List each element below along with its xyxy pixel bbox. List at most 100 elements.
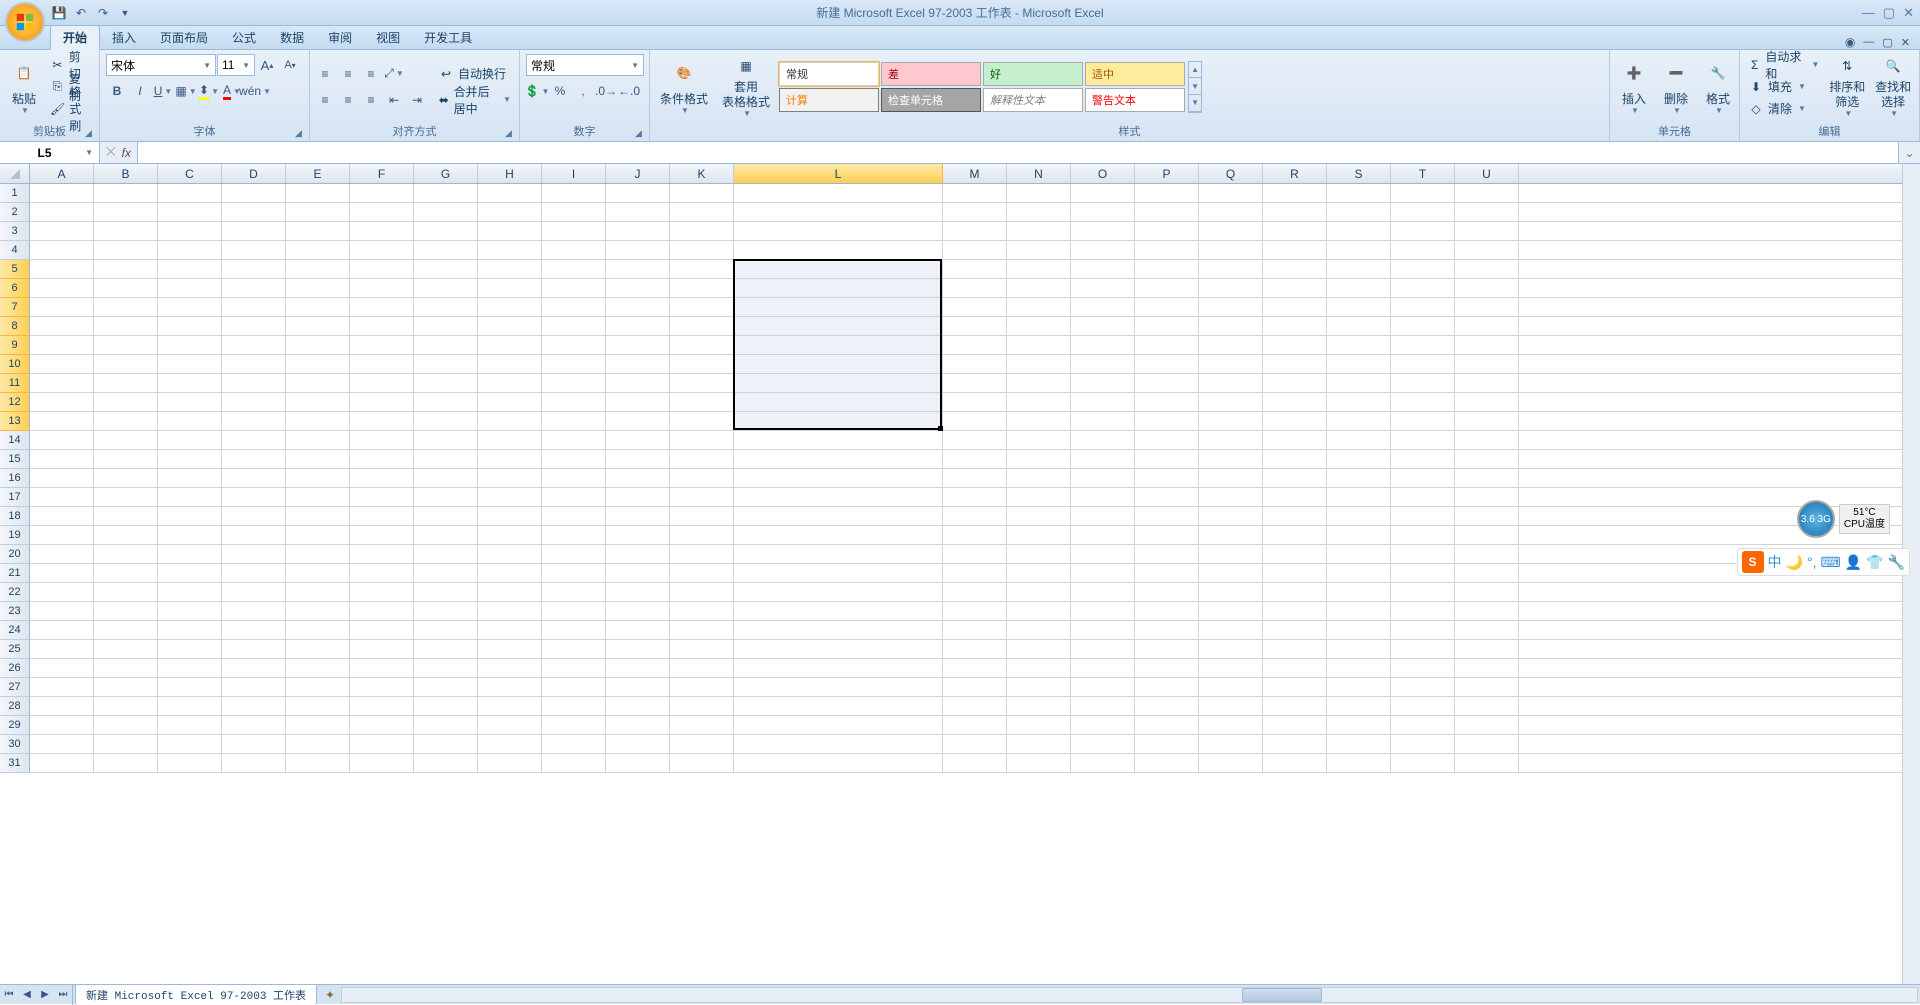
row-header-23[interactable]: 23 (0, 602, 30, 621)
row-header-8[interactable]: 8 (0, 317, 30, 336)
delete-cells-button[interactable]: ➖删除▼ (1656, 53, 1696, 121)
ime-punct-icon[interactable]: °, (1807, 554, 1817, 570)
office-button[interactable] (5, 2, 45, 42)
percent-format-icon[interactable]: % (549, 80, 571, 102)
ime-lang-icon[interactable]: 中 (1768, 552, 1782, 572)
align-middle-icon[interactable]: ≡ (337, 63, 359, 85)
row-header-5[interactable]: 5 (0, 260, 30, 279)
col-header-B[interactable]: B (94, 164, 158, 183)
alignment-launcher-icon[interactable]: ◢ (505, 128, 517, 140)
increase-font-icon[interactable]: A▴ (256, 54, 278, 76)
ime-keyboard-icon[interactable]: ⌨ (1820, 554, 1840, 571)
col-header-T[interactable]: T (1391, 164, 1455, 183)
row-header-4[interactable]: 4 (0, 241, 30, 260)
style-计算[interactable]: 计算 (779, 88, 879, 112)
row-header-31[interactable]: 31 (0, 754, 30, 773)
align-top-icon[interactable]: ≡ (314, 63, 336, 85)
font-size-combo[interactable]: 11▼ (217, 54, 255, 76)
border-button[interactable]: ▦▼ (175, 80, 197, 102)
decrease-decimal-icon[interactable]: ←.0 (618, 80, 640, 102)
ime-skin-icon[interactable]: 👕 (1866, 554, 1883, 571)
horizontal-scrollbar[interactable] (341, 987, 1918, 1003)
row-header-28[interactable]: 28 (0, 697, 30, 716)
col-header-P[interactable]: P (1135, 164, 1199, 183)
row-header-27[interactable]: 27 (0, 678, 30, 697)
sheet-nav-prev-icon[interactable]: ◀ (18, 985, 36, 1005)
row-header-7[interactable]: 7 (0, 298, 30, 317)
sheet-nav-first-icon[interactable]: ⏮ (0, 985, 18, 1005)
grid-body[interactable]: 1234567891011121314151617181920212223242… (0, 184, 1902, 773)
row-header-30[interactable]: 30 (0, 735, 30, 754)
row-header-12[interactable]: 12 (0, 393, 30, 412)
underline-button[interactable]: U▼ (152, 80, 174, 102)
cancel-formula-icon[interactable]: ⨉ (106, 145, 116, 160)
maximize-icon[interactable]: ▢ (1883, 5, 1895, 21)
align-left-icon[interactable]: ≡ (314, 89, 336, 111)
gallery-down-icon[interactable]: ▼ (1189, 78, 1201, 95)
ime-moon-icon[interactable]: 🌙 (1786, 554, 1803, 571)
italic-button[interactable]: I (129, 80, 151, 102)
decrease-indent-icon[interactable]: ⇤ (383, 89, 405, 111)
accounting-format-icon[interactable]: 💲▼ (526, 80, 548, 102)
tab-页面布局[interactable]: 页面布局 (148, 26, 220, 49)
sort-filter-button[interactable]: ⇅排序和 筛选▼ (1825, 53, 1869, 121)
style-好[interactable]: 好 (983, 62, 1083, 86)
row-header-20[interactable]: 20 (0, 545, 30, 564)
tab-插入[interactable]: 插入 (100, 26, 148, 49)
qat-dropdown-icon[interactable]: ▼ (116, 4, 134, 22)
font-name-combo[interactable]: 宋体▼ (106, 54, 216, 76)
col-header-G[interactable]: G (414, 164, 478, 183)
row-header-18[interactable]: 18 (0, 507, 30, 526)
row-header-3[interactable]: 3 (0, 222, 30, 241)
style-检查单元格[interactable]: 检查单元格 (881, 88, 981, 112)
row-header-26[interactable]: 26 (0, 659, 30, 678)
tab-审阅[interactable]: 审阅 (316, 26, 364, 49)
number-launcher-icon[interactable]: ◢ (635, 128, 647, 140)
col-header-N[interactable]: N (1007, 164, 1071, 183)
ribbon-restore-icon[interactable]: ▢ (1882, 36, 1892, 49)
cpu-freq-gauge[interactable]: 3.6 3G (1797, 500, 1835, 538)
ime-user-icon[interactable]: 👤 (1845, 554, 1862, 571)
col-header-S[interactable]: S (1327, 164, 1391, 183)
style-警告文本[interactable]: 警告文本 (1085, 88, 1185, 112)
row-header-6[interactable]: 6 (0, 279, 30, 298)
row-header-16[interactable]: 16 (0, 469, 30, 488)
col-header-O[interactable]: O (1071, 164, 1135, 183)
row-header-15[interactable]: 15 (0, 450, 30, 469)
close-icon[interactable]: ✕ (1903, 5, 1914, 21)
row-header-29[interactable]: 29 (0, 716, 30, 735)
row-header-13[interactable]: 13 (0, 412, 30, 431)
col-header-A[interactable]: A (30, 164, 94, 183)
orientation-icon[interactable]: ⤢▼ (383, 63, 405, 85)
col-header-F[interactable]: F (350, 164, 414, 183)
conditional-format-button[interactable]: 🎨 条件格式▼ (654, 53, 714, 121)
align-bottom-icon[interactable]: ≡ (360, 63, 382, 85)
ribbon-minimize-icon[interactable]: — (1863, 36, 1874, 48)
ime-sogou-icon[interactable]: S (1742, 551, 1764, 573)
col-header-U[interactable]: U (1455, 164, 1519, 183)
style-差[interactable]: 差 (881, 62, 981, 86)
format-as-table-button[interactable]: ▦ 套用 表格格式▼ (716, 53, 776, 121)
merge-center-button[interactable]: ⬌合并后居中▼ (434, 89, 515, 111)
row-header-9[interactable]: 9 (0, 336, 30, 355)
format-painter-button[interactable]: 🖌格式刷 (46, 98, 95, 120)
row-header-21[interactable]: 21 (0, 564, 30, 583)
col-header-Q[interactable]: Q (1199, 164, 1263, 183)
ribbon-close-icon[interactable]: ✕ (1901, 36, 1910, 49)
bold-button[interactable]: B (106, 80, 128, 102)
col-header-K[interactable]: K (670, 164, 734, 183)
number-format-combo[interactable]: 常规▼ (526, 54, 644, 76)
fill-color-button[interactable]: ⬍▼ (198, 80, 220, 102)
tab-公式[interactable]: 公式 (220, 26, 268, 49)
style-解释性文本[interactable]: 解释性文本 (983, 88, 1083, 112)
font-launcher-icon[interactable]: ◢ (295, 128, 307, 140)
fx-icon[interactable]: fx (122, 146, 131, 160)
row-header-14[interactable]: 14 (0, 431, 30, 450)
col-header-I[interactable]: I (542, 164, 606, 183)
sheet-nav-last-icon[interactable]: ⏭ (54, 985, 72, 1005)
row-header-17[interactable]: 17 (0, 488, 30, 507)
col-header-C[interactable]: C (158, 164, 222, 183)
col-header-M[interactable]: M (943, 164, 1007, 183)
save-icon[interactable]: 💾 (50, 4, 68, 22)
align-center-icon[interactable]: ≡ (337, 89, 359, 111)
